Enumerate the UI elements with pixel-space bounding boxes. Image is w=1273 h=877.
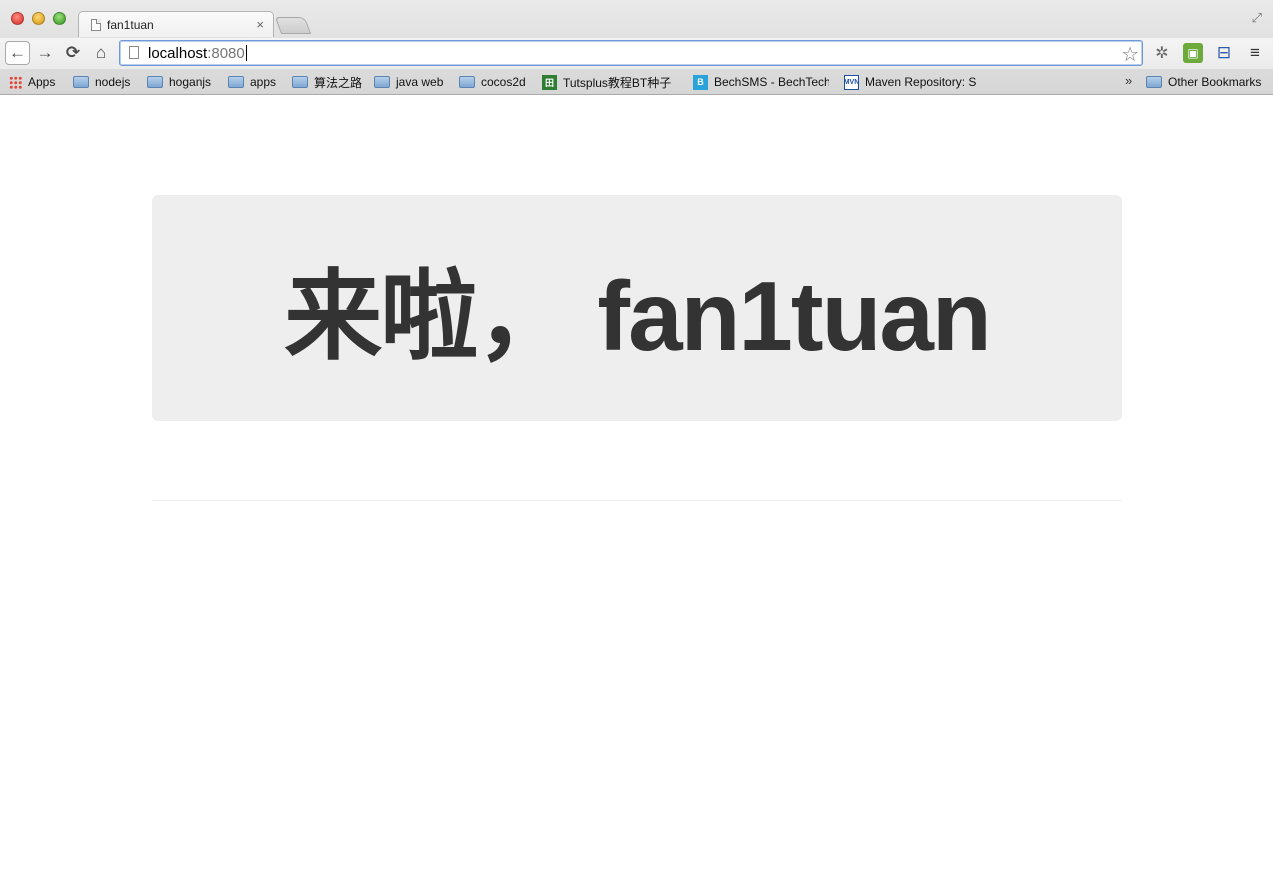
bookmarks-overflow-button[interactable]: » — [1125, 73, 1132, 88]
address-bar[interactable]: localhost :8080 ☆ — [119, 40, 1143, 66]
zoom-window-button[interactable] — [53, 12, 66, 25]
tab-close-icon[interactable]: × — [256, 17, 264, 32]
folder-icon — [459, 76, 475, 88]
bookmark-label: apps — [250, 75, 277, 89]
tutsplus-icon: 田 — [542, 74, 557, 90]
divider — [152, 500, 1122, 501]
extension-bug-icon[interactable]: ✲ — [1152, 43, 1172, 63]
extension-print-icon[interactable]: ▣ — [1183, 43, 1203, 63]
forward-button[interactable]: → — [33, 41, 57, 65]
bookmark-label: BechSMS - BechTech — [714, 75, 829, 89]
reload-button[interactable]: ⟳ — [61, 41, 85, 65]
active-tab[interactable]: fan1tuan × — [78, 11, 274, 37]
tab-title: fan1tuan — [107, 17, 154, 32]
bookmark-label: nodejs — [95, 75, 131, 89]
window-controls — [11, 12, 66, 25]
folder-icon — [73, 76, 89, 88]
close-window-button[interactable] — [11, 12, 24, 25]
text-caret — [245, 45, 247, 61]
minimize-window-button[interactable] — [32, 12, 45, 25]
bookmark-folder-hoganjs[interactable]: hoganjs — [147, 73, 211, 91]
bookmark-folder-apps[interactable]: apps — [228, 73, 276, 91]
bookmark-label: Tutsplus教程BT种子 — [563, 75, 672, 90]
page-icon — [91, 18, 101, 31]
folder-icon — [228, 76, 244, 88]
bookmarks-bar: Apps nodejs hoganjs apps 算法之路 java web c… — [0, 70, 1273, 94]
apps-grid-icon — [9, 75, 22, 89]
bookmark-star-icon[interactable]: ☆ — [1121, 42, 1139, 67]
bookmark-label: cocos2d — [481, 75, 526, 89]
home-button[interactable]: ⌂ — [89, 41, 113, 65]
bookmark-folder-java-web[interactable]: java web — [374, 73, 443, 91]
bookmark-label: 算法之路 — [314, 75, 363, 90]
bookmark-folder-other[interactable]: Other Bookmarks — [1146, 73, 1261, 91]
folder-icon — [374, 76, 390, 88]
bookmark-tutsplus[interactable]: 田 Tutsplus教程BT种子 — [542, 73, 679, 91]
chrome-menu-icon[interactable]: ≡ — [1245, 43, 1265, 63]
hero-title: 来啦， fan1tuan — [284, 261, 992, 371]
bookmark-label: hoganjs — [169, 75, 212, 89]
new-tab-button[interactable] — [274, 17, 312, 34]
bookmark-folder-cocos2d[interactable]: cocos2d — [459, 73, 526, 91]
bookmark-label: Maven Repository: S — [865, 75, 977, 89]
bookmark-bechsms[interactable]: B BechSMS - BechTech — [693, 73, 829, 91]
jumbotron: 来啦， fan1tuan — [152, 195, 1122, 421]
extension-printer-icon[interactable]: ⊟ — [1214, 43, 1234, 63]
page-icon — [129, 46, 139, 59]
url-host: localhost — [148, 44, 208, 62]
bookmark-folder-algorithms[interactable]: 算法之路 — [292, 73, 362, 91]
back-button[interactable]: ← — [5, 41, 30, 65]
bookmark-apps[interactable]: Apps — [9, 73, 55, 91]
toolbar: ← → ⟳ ⌂ localhost :8080 ☆ ✲ ▣ ⊟ ≡ — [0, 38, 1273, 69]
browser-chrome: fan1tuan × ⤢ ← → ⟳ ⌂ localhost :8080 ☆ ✲… — [0, 0, 1273, 95]
folder-icon — [147, 76, 163, 88]
bookmark-folder-nodejs[interactable]: nodejs — [73, 73, 130, 91]
url-port: :8080 — [207, 44, 245, 62]
bechsms-icon: B — [693, 74, 708, 90]
bookmark-maven[interactable]: MVN Maven Repository: S — [844, 73, 979, 91]
folder-icon — [1146, 76, 1162, 88]
bookmark-label: java web — [396, 75, 444, 89]
fullscreen-icon[interactable]: ⤢ — [1252, 10, 1262, 26]
bookmark-label: Other Bookmarks — [1168, 75, 1262, 89]
folder-icon — [292, 76, 308, 88]
bookmark-label: Apps — [28, 75, 56, 89]
maven-icon: MVN — [844, 74, 859, 90]
